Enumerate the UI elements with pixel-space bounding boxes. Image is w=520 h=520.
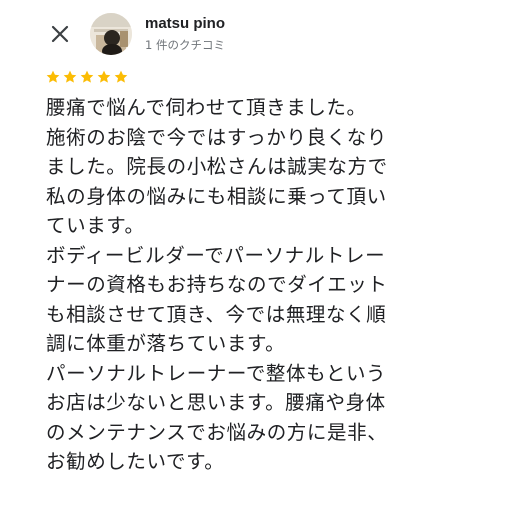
review-line: 施術のお陰で今ではすっかり良くなり	[46, 125, 387, 149]
review-line: お勧めしたいです。	[46, 450, 225, 473]
review-line: 調に体重が落ちています。	[46, 332, 286, 355]
review-line: も相談させて頂き、今では無理なく順	[46, 302, 387, 326]
star-icon	[80, 70, 94, 83]
star-icon	[97, 70, 111, 83]
review-line: 腰痛で悩んで伺わせて頂きました。	[46, 96, 367, 119]
author-name[interactable]: matsu pino	[145, 15, 225, 32]
author-review-count: 1 件のクチコミ	[145, 38, 225, 52]
review-line: ています。	[46, 214, 145, 237]
star-icon	[114, 70, 128, 83]
close-button[interactable]	[44, 18, 76, 50]
review-line: ボディービルダーでパーソナルトレー	[46, 243, 386, 267]
review-line: お店は少ないと思います。腰痛や身体	[46, 391, 386, 414]
close-icon	[51, 25, 69, 43]
avatar-image	[90, 13, 132, 55]
review-line: ました。院長の小松さんは誠実な方で	[46, 155, 388, 178]
avatar[interactable]	[90, 13, 132, 55]
star-rating	[45, 69, 129, 85]
review-line: ナーの資格もお持ちなのでダイエット	[46, 273, 388, 296]
star-icon	[63, 70, 77, 83]
review-line: パーソナルトレーナーで整体もという	[46, 361, 387, 385]
review-line: 私の身体の悩みにも相談に乗って頂い	[46, 184, 387, 208]
review-line: のメンテナンスでお悩みの方に是非、	[46, 420, 388, 444]
star-icon	[46, 70, 60, 83]
review-body: 腰痛で悩んで伺わせて頂きました。 施術のお陰で今ではすっかり良くなり ました。院…	[46, 93, 511, 477]
